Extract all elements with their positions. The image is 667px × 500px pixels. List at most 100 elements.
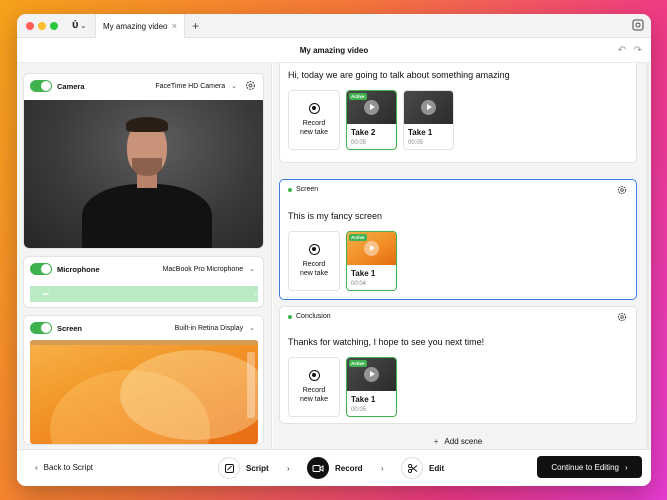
active-badge: Active	[349, 93, 367, 100]
preview-menubar	[30, 340, 258, 345]
takes-row: Record new take Active Take 1 00:04	[288, 231, 397, 291]
scene-script-text[interactable]: This is my fancy screen	[288, 211, 382, 221]
tab-title: My amazing video	[103, 22, 168, 31]
step-label: Record	[335, 463, 363, 473]
scene-header: Screen	[280, 180, 636, 200]
take-thumbnail	[404, 91, 453, 124]
person-hair	[126, 117, 168, 132]
camera-toggle[interactable]	[30, 80, 52, 92]
take-card[interactable]: Active Take 2 00:05	[346, 90, 397, 150]
record-new-take-button[interactable]: Record new take	[288, 90, 340, 150]
maximize-window-button[interactable]	[50, 22, 58, 30]
new-tab-button[interactable]: +	[192, 19, 199, 33]
scene-card-conclusion[interactable]: Conclusion Thanks for watching, I hope t…	[279, 306, 637, 424]
record-icon	[308, 370, 320, 381]
footer-bar: ‹ Back to Script Script › Record › Edit C…	[17, 449, 651, 486]
undo-icon[interactable]: ↶	[618, 45, 626, 56]
scene-card-intro[interactable]: Hi, today we are going to talk about som…	[279, 63, 637, 163]
screen-device-value: Built-in Retina Display	[174, 325, 244, 332]
play-icon[interactable]	[364, 100, 379, 115]
scene-script-text[interactable]: Thanks for watching, I hope to see you n…	[288, 337, 484, 347]
chevron-down-icon: ⌄	[231, 83, 237, 90]
redo-icon[interactable]: ↷	[634, 45, 642, 56]
take-duration: 00:05	[351, 407, 367, 413]
record-new-take-button[interactable]: Record new take	[288, 231, 340, 291]
record-new-take-button[interactable]: Record new take	[288, 357, 340, 417]
scrollbar[interactable]	[646, 63, 649, 449]
play-icon[interactable]	[364, 241, 379, 256]
continue-label: Continue to Editing	[551, 462, 619, 472]
screen-source-card: Screen Built-in Retina Display ⌄	[23, 315, 264, 445]
person-body	[82, 184, 212, 248]
app-logo-icon: ύ	[72, 19, 79, 31]
microphone-label: Microphone	[57, 265, 100, 274]
video-camera-icon	[307, 457, 329, 479]
record-new-take-label: Record new take	[299, 387, 329, 403]
minimize-window-button[interactable]	[38, 22, 46, 30]
takes-row: Record new take Active Take 2 00:05 Take …	[288, 90, 454, 150]
scene-card-screen[interactable]: Screen This is my fancy screen Record new…	[279, 179, 637, 300]
scene-settings-gear-icon[interactable]	[617, 312, 627, 322]
tab-my-amazing-video[interactable]: My amazing video ×	[95, 14, 185, 38]
microphone-device-value: MacBook Pro Microphone	[162, 266, 244, 273]
plus-icon: +	[433, 437, 439, 446]
microphone-device-select[interactable]: MacBook Pro Microphone ⌄	[163, 265, 255, 273]
add-scene-label: Add scene	[444, 437, 483, 446]
chevron-down-icon: ⌄	[249, 266, 255, 273]
take-name: Take 1	[408, 128, 433, 137]
document-header: My amazing video ↶ ↷	[17, 38, 651, 63]
chevron-right-icon: ›	[287, 464, 290, 473]
play-icon[interactable]	[421, 100, 436, 115]
continue-to-editing-button[interactable]: Continue to Editing ›	[537, 456, 642, 478]
chevron-right-icon: ›	[624, 462, 628, 472]
scene-header: Conclusion	[280, 307, 636, 327]
step-script[interactable]: Script	[218, 457, 269, 479]
close-window-button[interactable]	[26, 22, 34, 30]
add-scene-button[interactable]: + Add scene	[273, 437, 643, 446]
step-record[interactable]: Record	[307, 457, 363, 479]
take-card[interactable]: Active Take 1 00:04	[346, 231, 397, 291]
step-label: Edit	[429, 463, 445, 473]
app-menu-button[interactable]: ύ ⌄	[72, 19, 86, 31]
sources-panel: Camera FaceTime HD Camera ⌄ Microphone M…	[17, 63, 272, 449]
take-thumbnail: Active	[347, 91, 396, 124]
camera-settings-gear-icon[interactable]	[245, 80, 256, 91]
microphone-toggle[interactable]	[30, 263, 52, 275]
record-new-take-label: Record new take	[299, 261, 329, 277]
close-tab-icon[interactable]: ×	[172, 22, 177, 31]
active-badge: Active	[349, 234, 367, 241]
camera-source-card: Camera FaceTime HD Camera ⌄	[23, 73, 264, 249]
scissors-icon	[401, 457, 423, 479]
audio-waveform	[30, 286, 258, 302]
screen-device-select[interactable]: Built-in Retina Display ⌄	[175, 324, 255, 332]
screen-toggle[interactable]	[30, 322, 52, 334]
app-window: ύ ⌄ My amazing video × + My amazing video…	[17, 14, 651, 486]
camera-source-header: Camera FaceTime HD Camera ⌄	[24, 74, 263, 98]
microphone-source-header: Microphone MacBook Pro Microphone ⌄	[24, 257, 263, 281]
scene-name: Screen	[296, 186, 319, 193]
record-icon	[308, 244, 320, 255]
chevron-right-icon: ›	[381, 464, 384, 473]
take-card[interactable]: Take 1 00:05	[403, 90, 454, 150]
active-badge: Active	[349, 360, 367, 367]
take-duration: 00:05	[408, 140, 424, 146]
step-label: Script	[246, 463, 269, 473]
preview-dock	[247, 352, 255, 418]
take-thumbnail: Active	[347, 232, 396, 265]
chevron-down-icon: ⌄	[80, 23, 87, 30]
take-name: Take 2	[351, 128, 376, 137]
settings-gear-icon[interactable]	[632, 19, 644, 31]
record-icon	[308, 103, 320, 114]
back-to-script-button[interactable]: ‹ Back to Script	[35, 463, 93, 472]
play-icon[interactable]	[364, 367, 379, 382]
take-name: Take 1	[351, 269, 376, 278]
microphone-source-card: Microphone MacBook Pro Microphone ⌄	[23, 256, 264, 308]
take-duration: 00:04	[351, 281, 367, 287]
chevron-down-icon: ⌄	[249, 325, 255, 332]
camera-device-select[interactable]: FaceTime HD Camera ⌄	[155, 82, 237, 90]
scene-script-text[interactable]: Hi, today we are going to talk about som…	[288, 70, 510, 80]
step-edit[interactable]: Edit	[401, 457, 444, 479]
take-card[interactable]: Active Take 1 00:05	[346, 357, 397, 417]
screen-label: Screen	[57, 324, 83, 333]
scene-settings-gear-icon[interactable]	[617, 185, 627, 195]
